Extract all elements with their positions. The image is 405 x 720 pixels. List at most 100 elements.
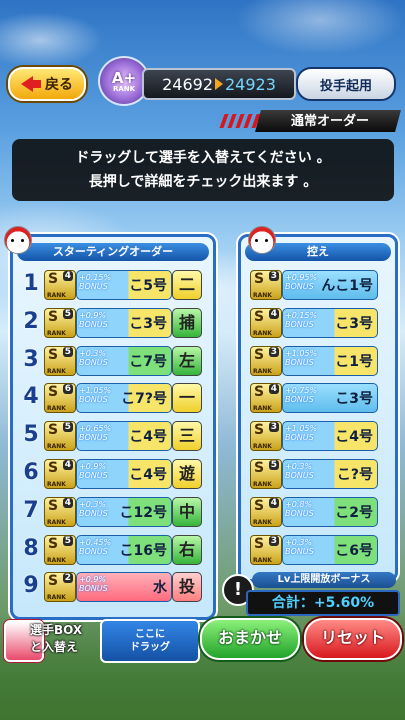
player-box-swap[interactable]: 選手BOX と入替え — [30, 622, 100, 658]
bonus-tag: +0.3% BONUS — [285, 538, 314, 556]
bonus-label: BONUS — [79, 282, 108, 291]
bench-row[interactable]: S 3 RANK +1.05% BONUS こ1号 — [250, 344, 380, 376]
bench-row[interactable]: S 5 RANK +0.3% BONUS こ?号 — [250, 457, 380, 489]
bonus-value: +0.95% — [285, 273, 318, 282]
bonus-tag: +0.9% BONUS — [79, 575, 108, 593]
starting-row[interactable]: 7 S 4 RANK +0.3% BONUS こ12号中 — [20, 495, 202, 527]
bonus-label: BONUS — [79, 319, 108, 329]
rank-label: RANK — [253, 481, 272, 488]
batting-order-number: 7 — [23, 497, 39, 523]
field-position[interactable]: 中 — [172, 496, 202, 527]
player-level: 4 — [268, 497, 279, 508]
field-position[interactable]: 遊 — [172, 459, 202, 489]
player-name-plate[interactable]: +1.05% BONUS こ7?号 — [76, 383, 172, 414]
player-name-plate[interactable]: +0.45% BONUS こ16号 — [76, 534, 172, 565]
player-name: こ7号 — [129, 353, 167, 370]
rank-label: RANK — [47, 518, 66, 526]
player-name-plate[interactable]: +0.9% BONUS こ3号 — [76, 307, 172, 338]
bench-row[interactable]: S 4 RANK +0.15% BONUS こ3号 — [250, 306, 380, 338]
rank-grade: S — [48, 497, 59, 514]
player-name-plate[interactable]: +0.3% BONUS こ7号 — [76, 345, 172, 376]
player-name-plate[interactable]: +1.05% BONUS こ1号 — [282, 345, 378, 376]
player-level: 6 — [62, 384, 73, 395]
starting-row[interactable]: 4 S 6 RANK +1.05% BONUS こ7?号一 — [20, 381, 202, 414]
reset-button[interactable]: リセット — [304, 618, 402, 660]
player-name: こ?号 — [336, 467, 373, 483]
player-name: こ4号 — [129, 429, 167, 446]
auto-assign-button[interactable]: おまかせ — [200, 618, 300, 660]
bench-row[interactable]: S 3 RANK +1.05% BONUS こ4号 — [250, 419, 380, 452]
player-level: 5 — [62, 422, 73, 433]
rank-grade: S — [254, 384, 265, 401]
bonus-tag: +0.95% BONUS — [285, 273, 317, 291]
field-position[interactable]: 一 — [172, 383, 202, 414]
player-level: 3 — [268, 535, 279, 546]
rank-label: RANK — [47, 367, 66, 375]
rank-label: RANK — [47, 292, 66, 299]
starting-row[interactable]: 5 S 5 RANK +0.65% BONUS こ4号三 — [20, 419, 202, 452]
player-name: 水 — [153, 580, 167, 597]
player-name-plate[interactable]: +0.15% BONUS こ3号 — [282, 307, 378, 338]
rank-label: RANK — [47, 594, 66, 602]
bonus-value: +0.15% — [79, 273, 112, 282]
batting-order-number: 4 — [23, 384, 39, 410]
bonus-tag: +1.05% BONUS — [285, 349, 317, 367]
player-name-plate[interactable]: +0.9% BONUS こ4号 — [76, 459, 172, 489]
bonus-value: +1.05% — [285, 348, 318, 358]
starting-row[interactable]: 8 S 5 RANK +0.45% BONUS こ16号右 — [20, 533, 202, 565]
player-name-plate[interactable]: +0.95% BONUS んこ1号 — [282, 270, 378, 300]
rank-label: RANK — [47, 329, 66, 337]
player-name-plate[interactable]: +0.65% BONUS こ4号 — [76, 421, 172, 452]
player-level: 3 — [268, 422, 279, 433]
field-position[interactable]: 左 — [172, 345, 202, 376]
player-name-plate[interactable]: +0.3% BONUS こ12号 — [76, 496, 172, 527]
bench-row[interactable]: S 3 RANK +0.95% BONUS んこ1号 — [250, 268, 380, 300]
player-name-plate[interactable]: +0.3% BONUS こ6号 — [282, 534, 378, 565]
rank-grade: S — [48, 308, 59, 325]
bonus-tag: +0.15% BONUS — [285, 311, 317, 329]
player-name-plate[interactable]: +0.8% BONUS こ2号 — [282, 496, 378, 527]
player-name: こ4号 — [335, 429, 373, 446]
starting-row[interactable]: 9 S 2 RANK +0.9% BONUS 水投 — [20, 570, 202, 603]
bonus-value: +0.3% — [79, 348, 107, 358]
player-rank-badge: S 4 RANK — [44, 270, 76, 300]
bonus-value: +0.9% — [79, 462, 107, 471]
player-rank-badge: S 5 RANK — [44, 307, 76, 338]
player-level: 4 — [268, 384, 279, 395]
player-name-plate[interactable]: +0.9% BONUS 水 — [76, 572, 172, 603]
field-position[interactable]: 二 — [172, 270, 202, 300]
back-button[interactable]: 戻る — [8, 67, 86, 101]
player-level: 3 — [268, 346, 279, 357]
rank-grade: S — [48, 535, 59, 552]
field-position[interactable]: 投 — [172, 572, 202, 603]
bench-row[interactable]: S 4 RANK +0.75% BONUS こ3号 — [250, 381, 380, 414]
player-name-plate[interactable]: +0.15% BONUS こ5号 — [76, 270, 172, 300]
field-position[interactable]: 捕 — [172, 307, 202, 338]
player-name: こ16号 — [119, 542, 167, 559]
field-position[interactable]: 三 — [172, 421, 202, 452]
rank-label: RANK — [253, 556, 272, 564]
player-level: 5 — [268, 460, 279, 470]
bench-row[interactable]: S 3 RANK +0.3% BONUS こ6号 — [250, 533, 380, 565]
player-name-plate[interactable]: +1.05% BONUS こ4号 — [282, 421, 378, 452]
lv-bonus-title: Lv上限開放ボーナス — [252, 572, 396, 588]
starting-row[interactable]: 2 S 5 RANK +0.9% BONUS こ3号捕 — [20, 306, 202, 338]
player-rank-badge: S 3 RANK — [250, 345, 282, 376]
pitcher-usage-button[interactable]: 投手起用 — [296, 67, 396, 101]
player-rank-badge: S 5 RANK — [44, 534, 76, 565]
bench-row[interactable]: S 4 RANK +0.8% BONUS こ2号 — [250, 495, 380, 527]
bonus-label: BONUS — [79, 508, 108, 518]
bonus-label: BONUS — [285, 319, 314, 329]
bonus-label: BONUS — [285, 433, 314, 443]
batting-order-number: 5 — [23, 422, 39, 448]
field-position[interactable]: 右 — [172, 534, 202, 565]
player-name-plate[interactable]: +0.75% BONUS こ3号 — [282, 383, 378, 414]
rank-label: RANK — [47, 556, 66, 564]
drag-drop-zone[interactable]: ここに ドラッグ — [100, 619, 200, 663]
bonus-tag: +0.45% BONUS — [79, 538, 111, 556]
player-name-plate[interactable]: +0.3% BONUS こ?号 — [282, 459, 378, 489]
player-rank-badge: S 3 RANK — [250, 270, 282, 300]
starting-row[interactable]: 1 S 4 RANK +0.15% BONUS こ5号二 — [20, 268, 202, 300]
starting-row[interactable]: 3 S 5 RANK +0.3% BONUS こ7号左 — [20, 344, 202, 376]
starting-row[interactable]: 6 S 4 RANK +0.9% BONUS こ4号遊 — [20, 457, 202, 489]
